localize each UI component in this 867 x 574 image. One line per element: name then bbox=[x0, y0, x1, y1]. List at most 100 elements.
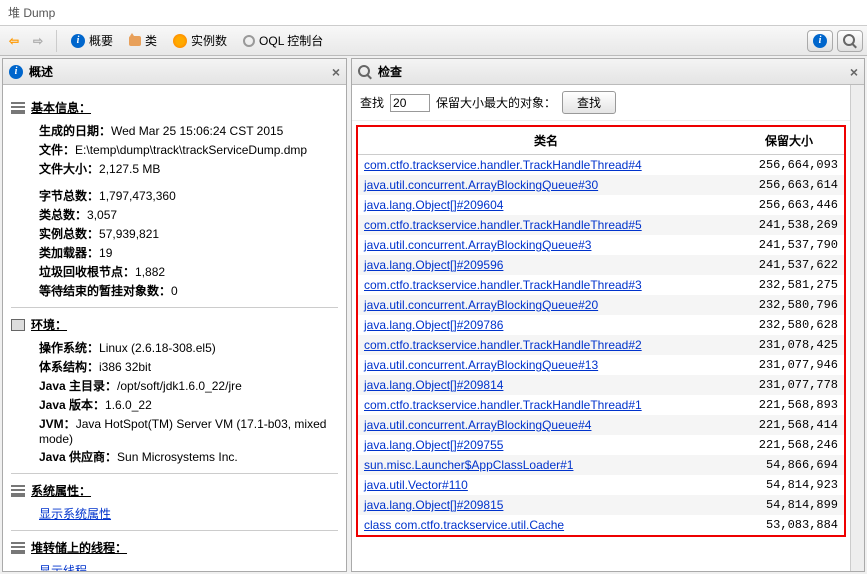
col-class: 类名 bbox=[358, 127, 734, 155]
class-link[interactable]: java.util.concurrent.ArrayBlockingQueue#… bbox=[358, 415, 734, 435]
class-link[interactable]: java.util.concurrent.ArrayBlockingQueue#… bbox=[358, 235, 734, 255]
class-link[interactable]: java.lang.Object[]#209604 bbox=[358, 195, 734, 215]
list-icon bbox=[11, 102, 25, 114]
info-icon: i bbox=[813, 34, 827, 48]
monitor-icon bbox=[11, 319, 25, 331]
oql-label: OQL 控制台 bbox=[259, 32, 323, 49]
list-icon bbox=[11, 542, 25, 554]
kv-size: 文件大小：2,127.5 MB bbox=[39, 160, 338, 177]
overview-header: i 概述 × bbox=[3, 59, 346, 85]
retained-size: 256,663,446 bbox=[734, 195, 844, 215]
class-link[interactable]: com.ctfo.trackservice.handler.TrackHandl… bbox=[358, 335, 734, 355]
oql-tab[interactable]: OQL 控制台 bbox=[237, 30, 329, 51]
table-row: java.lang.Object[]#209786232,580,628 bbox=[358, 315, 844, 335]
class-link[interactable]: java.util.concurrent.ArrayBlockingQueue#… bbox=[358, 355, 734, 375]
kv-bytes: 字节总数：1,797,473,360 bbox=[39, 187, 338, 204]
instances-icon bbox=[173, 34, 187, 48]
table-row: com.ctfo.trackservice.handler.TrackHandl… bbox=[358, 215, 844, 235]
class-link[interactable]: com.ctfo.trackservice.handler.TrackHandl… bbox=[358, 215, 734, 235]
class-link[interactable]: java.lang.Object[]#209814 bbox=[358, 375, 734, 395]
class-link[interactable]: java.lang.Object[]#209755 bbox=[358, 435, 734, 455]
class-link[interactable]: java.lang.Object[]#209815 bbox=[358, 495, 734, 515]
retained-size: 232,580,796 bbox=[734, 295, 844, 315]
table-row: com.ctfo.trackservice.handler.TrackHandl… bbox=[358, 335, 844, 355]
close-icon[interactable]: × bbox=[332, 64, 340, 80]
table-row: java.lang.Object[]#209596241,537,622 bbox=[358, 255, 844, 275]
forward-button: ⇨ bbox=[28, 31, 48, 51]
class-link[interactable]: java.util.concurrent.ArrayBlockingQueue#… bbox=[358, 295, 734, 315]
retained-size: 221,568,893 bbox=[734, 395, 844, 415]
class-link[interactable]: com.ctfo.trackservice.handler.TrackHandl… bbox=[358, 155, 734, 176]
table-row: com.ctfo.trackservice.handler.TrackHandl… bbox=[358, 275, 844, 295]
kv-loaders: 类加载器：19 bbox=[39, 244, 338, 261]
overview-label: 概要 bbox=[89, 32, 113, 49]
table-row: java.lang.Object[]#209755221,568,246 bbox=[358, 435, 844, 455]
class-link[interactable]: java.util.concurrent.ArrayBlockingQueue#… bbox=[358, 175, 734, 195]
info-icon: i bbox=[71, 34, 85, 48]
kv-arch: 体系结构：i386 32bit bbox=[39, 358, 338, 375]
table-row: java.lang.Object[]#209814231,077,778 bbox=[358, 375, 844, 395]
scrollbar[interactable] bbox=[850, 85, 864, 571]
retained-size: 232,581,275 bbox=[734, 275, 844, 295]
table-row: com.ctfo.trackservice.handler.TrackHandl… bbox=[358, 155, 844, 176]
class-link[interactable]: com.ctfo.trackservice.handler.TrackHandl… bbox=[358, 275, 734, 295]
kv-gc: 垃圾回收根节点：1,882 bbox=[39, 263, 338, 280]
search-row: 查找 保留大小最大的对象： 查找 bbox=[352, 85, 850, 121]
kv-instances: 实例总数：57,939,821 bbox=[39, 225, 338, 242]
class-link[interactable]: sun.misc.Launcher$AppClassLoader#1 bbox=[358, 455, 734, 475]
retained-size: 241,537,622 bbox=[734, 255, 844, 275]
list-icon bbox=[11, 485, 25, 497]
class-tab[interactable]: 类 bbox=[123, 30, 163, 51]
inspect-title: 检查 bbox=[378, 63, 402, 80]
table-row: java.util.concurrent.ArrayBlockingQueue#… bbox=[358, 355, 844, 375]
oql-icon bbox=[243, 35, 255, 47]
basic-info-title: 基本信息： bbox=[31, 99, 91, 116]
info-button[interactable]: i bbox=[807, 30, 833, 52]
retained-size: 256,664,093 bbox=[734, 155, 844, 176]
class-link[interactable]: class com.ctfo.trackservice.util.Cache bbox=[358, 515, 734, 535]
retained-size: 241,537,790 bbox=[734, 235, 844, 255]
retained-size: 241,538,269 bbox=[734, 215, 844, 235]
search-count-input[interactable] bbox=[390, 94, 430, 112]
retained-size: 256,663,614 bbox=[734, 175, 844, 195]
search-prefix: 查找 bbox=[360, 94, 384, 111]
kv-date: 生成的日期：Wed Mar 25 15:06:24 CST 2015 bbox=[39, 122, 338, 139]
overview-tab[interactable]: i 概要 bbox=[65, 30, 119, 51]
table-row: com.ctfo.trackservice.handler.TrackHandl… bbox=[358, 395, 844, 415]
table-row: java.lang.Object[]#20981554,814,899 bbox=[358, 495, 844, 515]
col-size: 保留大小 bbox=[734, 127, 844, 155]
show-threads-link[interactable]: 显示线程 bbox=[39, 562, 87, 571]
threads-title: 堆转储上的线程： bbox=[31, 539, 127, 556]
class-icon bbox=[129, 36, 141, 46]
window-title: 堆 Dump bbox=[0, 0, 867, 26]
retained-size: 54,866,694 bbox=[734, 455, 844, 475]
search-button[interactable] bbox=[837, 30, 863, 52]
table-row: java.util.concurrent.ArrayBlockingQueue#… bbox=[358, 415, 844, 435]
search-icon bbox=[843, 34, 857, 48]
table-row: java.lang.Object[]#209604256,663,446 bbox=[358, 195, 844, 215]
class-link[interactable]: java.lang.Object[]#209786 bbox=[358, 315, 734, 335]
class-link[interactable]: java.lang.Object[]#209596 bbox=[358, 255, 734, 275]
class-link[interactable]: java.util.Vector#110 bbox=[358, 475, 734, 495]
instances-tab[interactable]: 实例数 bbox=[167, 30, 233, 51]
kv-os: 操作系统：Linux (2.6.18-308.el5) bbox=[39, 339, 338, 356]
retained-size: 221,568,246 bbox=[734, 435, 844, 455]
kv-file: 文件：E:\temp\dump\track\trackServiceDump.d… bbox=[39, 141, 338, 158]
class-link[interactable]: com.ctfo.trackservice.handler.TrackHandl… bbox=[358, 395, 734, 415]
overview-pane: i 概述 × 基本信息： 生成的日期：Wed Mar 25 15:06:24 C… bbox=[2, 58, 347, 572]
table-row: java.util.concurrent.ArrayBlockingQueue#… bbox=[358, 175, 844, 195]
kv-classes: 类总数：3,057 bbox=[39, 206, 338, 223]
search-suffix: 保留大小最大的对象： bbox=[436, 94, 556, 111]
retained-size: 232,580,628 bbox=[734, 315, 844, 335]
search-button[interactable]: 查找 bbox=[562, 91, 616, 114]
table-row: java.util.concurrent.ArrayBlockingQueue#… bbox=[358, 235, 844, 255]
back-button[interactable]: ⇦ bbox=[4, 31, 24, 51]
sysprops-title: 系统属性： bbox=[31, 482, 91, 499]
retained-size: 54,814,899 bbox=[734, 495, 844, 515]
close-icon[interactable]: × bbox=[850, 64, 858, 80]
results-table: 类名 保留大小 com.ctfo.trackservice.handler.Tr… bbox=[358, 127, 844, 535]
class-label: 类 bbox=[145, 32, 157, 49]
kv-jvm: JVM：Java HotSpot(TM) Server VM (17.1-b03… bbox=[39, 415, 338, 446]
main-toolbar: ⇦ ⇨ i 概要 类 实例数 OQL 控制台 i bbox=[0, 26, 867, 56]
show-sysprops-link[interactable]: 显示系统属性 bbox=[39, 505, 111, 522]
